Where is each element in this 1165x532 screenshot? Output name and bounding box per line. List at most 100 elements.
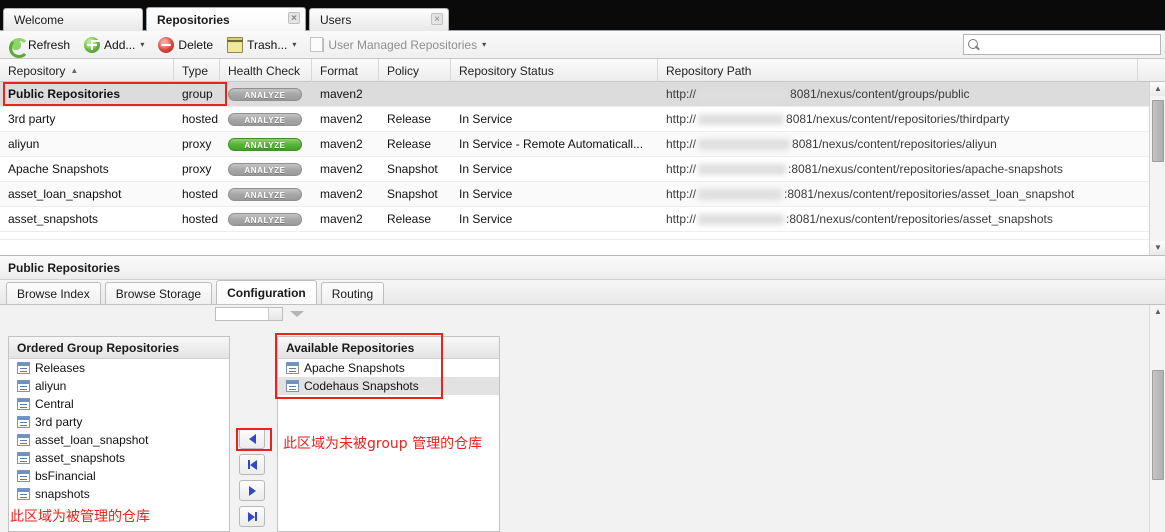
column-header-repository[interactable]: Repository ▲ (0, 59, 174, 82)
detail-panel-scrollbar[interactable]: ▲ (1149, 305, 1165, 532)
path-suffix: :8081/nexus/content/repositories/asset_l… (784, 186, 1075, 201)
redacted-host (698, 113, 785, 125)
scrollbar-thumb[interactable] (1152, 100, 1164, 162)
path-suffix: 8081/nexus/content/groups/public (790, 86, 970, 101)
transfer-button-column (239, 428, 267, 532)
grid-header-row: Repository ▲ Type Health Check Format Po… (0, 59, 1165, 82)
user-managed-repositories-button[interactable]: User Managed Repositories ▾ (304, 34, 492, 56)
column-header-repository-status-label: Repository Status (459, 63, 554, 78)
column-header-type[interactable]: Type (174, 59, 220, 82)
close-icon[interactable]: × (431, 13, 443, 25)
tab-routing[interactable]: Routing (320, 282, 385, 304)
list-item-label: 3rd party (35, 415, 83, 429)
list-item-label: asset_loan_snapshot (35, 433, 149, 447)
cell-type: hosted (182, 186, 219, 201)
tab-users[interactable]: Users × (309, 8, 449, 31)
tab-browse-storage[interactable]: Browse Storage (104, 282, 213, 304)
trash-icon (227, 36, 244, 53)
scroll-up-icon[interactable]: ▲ (1150, 82, 1165, 96)
list-item[interactable]: asset_loan_snapshot (9, 431, 229, 449)
list-item[interactable]: bsFinancial (9, 467, 229, 485)
column-header-repository-status[interactable]: Repository Status (451, 59, 658, 82)
cell-health-check: ANALYZE (220, 107, 312, 132)
search-input[interactable] (982, 36, 1160, 53)
delete-button[interactable]: Delete (152, 34, 219, 56)
list-item-label: bsFinancial (35, 469, 96, 483)
column-header-type-label: Type (182, 63, 209, 78)
analyze-button[interactable]: ANALYZE (228, 137, 302, 151)
tab-configuration[interactable]: Configuration (216, 280, 317, 304)
add-button[interactable]: Add... ▾ (78, 34, 150, 56)
list-item[interactable]: Central (9, 395, 229, 413)
clipped-dropdown-caret-icon[interactable] (290, 311, 304, 317)
table-row[interactable]: 3rd party hosted ANALYZE maven2 Release … (0, 107, 1165, 132)
column-header-health-check[interactable]: Health Check (220, 59, 312, 82)
scroll-down-icon[interactable]: ▼ (1150, 241, 1165, 255)
cell-repository: asset_loan_snapshot (8, 186, 122, 201)
tab-repositories[interactable]: Repositories × (146, 7, 306, 31)
close-icon[interactable]: × (288, 12, 300, 24)
clipped-form-field[interactable] (215, 307, 283, 321)
cell-health-check: ANALYZE (220, 82, 312, 107)
repository-icon (17, 416, 30, 428)
list-item[interactable]: Apache Snapshots (278, 359, 499, 377)
spinner-icon[interactable] (268, 308, 282, 320)
arrow-all-left-icon (247, 459, 257, 470)
list-item[interactable]: aliyun (9, 377, 229, 395)
copy-icon (310, 37, 325, 52)
list-item[interactable]: Codehaus Snapshots (278, 377, 499, 395)
search-box[interactable] (963, 34, 1161, 55)
path-prefix: http:// (666, 111, 697, 126)
plus-circle-icon (84, 36, 101, 53)
chevron-down-icon: ▾ (482, 40, 487, 49)
tab-browse-index[interactable]: Browse Index (6, 282, 101, 304)
column-header-repository-label: Repository (8, 63, 66, 78)
sort-ascending-icon: ▲ (70, 66, 79, 75)
redacted-host (698, 213, 785, 225)
refresh-button[interactable]: Refresh (2, 34, 76, 58)
detail-panel-title: Public Repositories (0, 255, 1165, 280)
cell-policy: Release (387, 136, 432, 151)
tab-welcome[interactable]: Welcome (3, 8, 143, 31)
cell-repository-status: In Service (459, 186, 513, 201)
scrollbar-thumb[interactable] (1152, 370, 1164, 480)
cell-format: maven2 (320, 186, 363, 201)
list-item[interactable]: asset_snapshots (9, 449, 229, 467)
tab-users-label: Users (320, 13, 352, 27)
column-header-policy[interactable]: Policy (379, 59, 451, 82)
analyze-button[interactable]: ANALYZE (228, 112, 302, 126)
cell-policy: Release (387, 111, 432, 126)
trash-button[interactable]: Trash... ▾ (221, 34, 302, 56)
cell-repository-path: http:// 8081/nexus/content/repositories/a… (658, 132, 1138, 157)
table-row[interactable]: asset_loan_snapshot hosted ANALYZE maven… (0, 182, 1165, 207)
scroll-up-icon[interactable]: ▲ (1150, 305, 1165, 319)
table-row[interactable]: Apache Snapshots proxy ANALYZE maven2 Sn… (0, 157, 1165, 182)
cell-type: proxy (182, 136, 212, 151)
path-prefix: http:// (666, 136, 697, 151)
main-tab-bar: Welcome Repositories × Users × (0, 0, 1165, 31)
list-item[interactable]: Releases (9, 359, 229, 377)
move-all-right-button[interactable] (239, 506, 265, 527)
move-right-button[interactable] (239, 480, 265, 501)
analyze-button[interactable]: ANALYZE (228, 187, 302, 201)
column-header-format-label: Format (320, 63, 359, 78)
cell-type: group (182, 86, 213, 101)
table-row[interactable]: asset_snapshots hosted ANALYZE maven2 Re… (0, 207, 1165, 232)
list-item[interactable]: snapshots (9, 485, 229, 503)
column-header-repository-path[interactable]: Repository Path (658, 59, 1138, 82)
analyze-button[interactable]: ANALYZE (228, 212, 302, 226)
cell-format: maven2 (320, 161, 363, 176)
list-item[interactable]: 3rd party (9, 413, 229, 431)
search-icon (964, 35, 982, 54)
cell-repository-status: In Service (459, 161, 513, 176)
table-row[interactable]: aliyun proxy ANALYZE maven2 Release In S… (0, 132, 1165, 157)
move-left-button[interactable] (239, 428, 265, 449)
table-row-partial[interactable] (0, 232, 1165, 240)
column-header-format[interactable]: Format (312, 59, 379, 82)
analyze-button[interactable]: ANALYZE (228, 87, 302, 101)
grid-scrollbar[interactable]: ▲ ▼ (1149, 82, 1165, 255)
move-all-left-button[interactable] (239, 454, 265, 475)
analyze-button[interactable]: ANALYZE (228, 162, 302, 176)
table-row[interactable]: Public Repositories group ANALYZE maven2… (0, 82, 1165, 107)
column-header-repository-path-label: Repository Path (666, 63, 752, 78)
